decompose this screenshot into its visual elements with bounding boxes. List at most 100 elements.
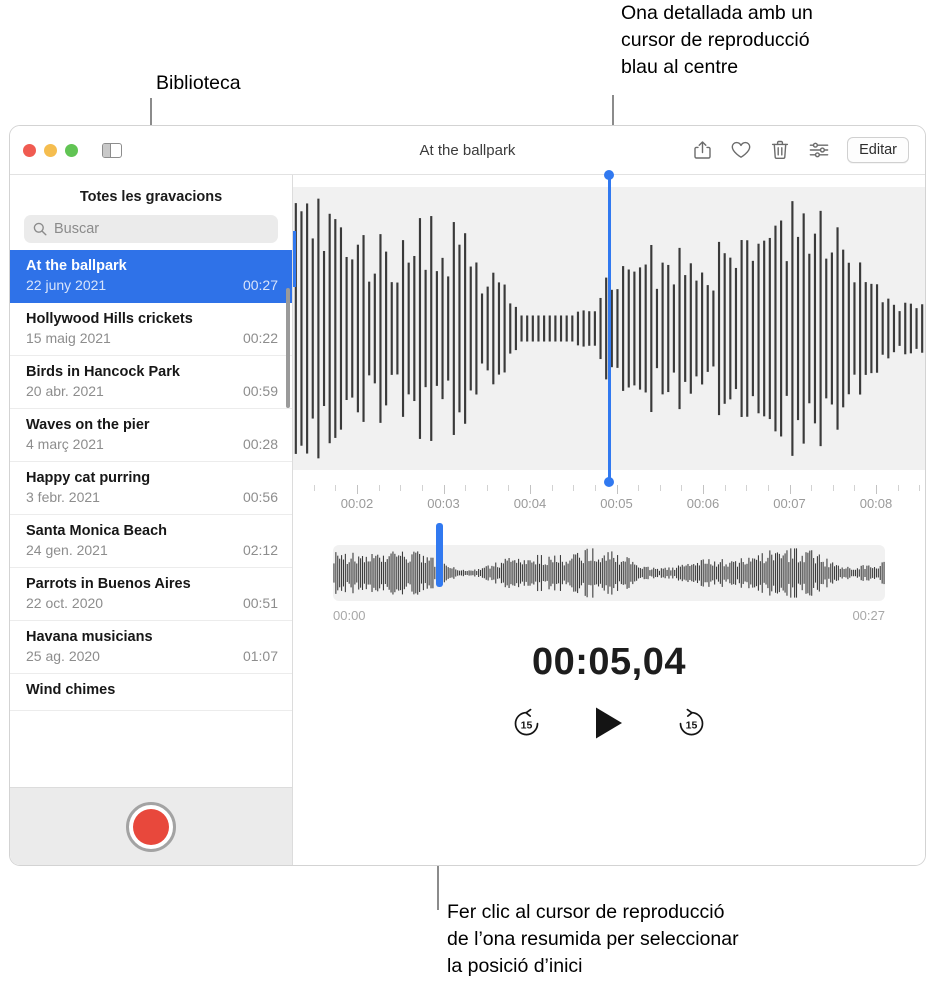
recording-row[interactable]: Havana musicians 25 ag. 2020 01:07 bbox=[10, 621, 292, 674]
recording-title: Happy cat purring bbox=[26, 470, 151, 486]
ruler-minor-tick bbox=[919, 485, 921, 491]
window-titlebar: At the ballpark Editar bbox=[10, 126, 925, 175]
recording-row[interactable]: Santa Monica Beach 24 gen. 2021 02:12 bbox=[10, 515, 292, 568]
recording-duration: 01:07 bbox=[242, 648, 278, 664]
recording-row[interactable]: Wind chimes bbox=[10, 674, 292, 711]
ruler-label: 00:06 bbox=[686, 496, 720, 511]
search-container: Buscar bbox=[10, 215, 292, 250]
timecode-display: 00:05,04 bbox=[531, 641, 686, 683]
sidebar-toggle-icon[interactable] bbox=[102, 142, 122, 158]
recording-row[interactable]: At the ballpark 22 juny 2021 00:27 bbox=[10, 250, 292, 303]
minimize-button[interactable] bbox=[44, 143, 57, 157]
recording-row[interactable]: Happy cat purring 3 febr. 2021 00:56 bbox=[10, 462, 292, 515]
recording-meta: 3 febr. 2021 00:56 bbox=[26, 489, 278, 505]
recording-meta: 24 gen. 2021 02:12 bbox=[26, 542, 278, 558]
recording-row[interactable]: Hollywood Hills crickets 15 maig 2021 00:2… bbox=[10, 303, 292, 356]
recording-title: Parrots in Buenos Aires bbox=[26, 576, 191, 592]
ruler-minor-tick bbox=[746, 485, 748, 491]
ruler-minor-tick bbox=[897, 485, 899, 491]
recording-title: Waves on the pier bbox=[26, 417, 150, 433]
overview-end-time: 00:27 bbox=[852, 608, 885, 623]
toolbar: Editar bbox=[691, 137, 909, 163]
callout-library: Biblioteca bbox=[156, 72, 241, 94]
record-icon[interactable] bbox=[126, 801, 176, 852]
recording-duration: 00:59 bbox=[242, 383, 278, 399]
recording-meta: 20 abr. 2021 00:59 bbox=[26, 383, 278, 399]
overview-start-time: 00:00 bbox=[333, 608, 366, 623]
trash-icon[interactable] bbox=[769, 138, 791, 162]
callout-overview-wave: Fer clic al cursor de reproducció de l’o… bbox=[447, 901, 739, 977]
search-input[interactable]: Buscar bbox=[24, 215, 278, 243]
recording-row[interactable]: Waves on the pier 4 març 2021 00:28 bbox=[10, 409, 292, 462]
ruler-label: 00:04 bbox=[513, 496, 547, 511]
recording-title: Wind chimes bbox=[26, 682, 116, 698]
recording-duration: 00:28 bbox=[242, 436, 278, 452]
player-pane: 00:02 00:03 00:04 00:05 00:06 00:07 00:08 00:0… bbox=[293, 170, 925, 865]
ruler-major-tick bbox=[357, 485, 358, 494]
ruler-minor-tick bbox=[465, 485, 467, 491]
recordings-list[interactable]: At the ballpark 22 juny 2021 00:27 Hollywoo… bbox=[10, 250, 292, 787]
ruler-minor-tick bbox=[400, 485, 402, 491]
waveform-left-edge-marker bbox=[293, 231, 296, 287]
ruler-minor-tick bbox=[638, 485, 640, 491]
share-icon[interactable] bbox=[691, 138, 713, 162]
recording-title: Hollywood Hills crickets bbox=[26, 311, 193, 327]
ruler-minor-tick bbox=[551, 485, 553, 491]
maximize-button[interactable] bbox=[65, 143, 78, 157]
recording-meta: 22 oct. 2020 00:51 bbox=[26, 595, 278, 611]
ruler-minor-tick bbox=[659, 485, 661, 491]
recording-row[interactable]: Parrots in Buenos Aires 22 oct. 2020 00:51 bbox=[10, 568, 292, 621]
svg-text:15: 15 bbox=[521, 719, 533, 731]
play-icon[interactable] bbox=[594, 706, 624, 740]
ruler-major-tick bbox=[703, 485, 704, 494]
ruler-label: 00:08 bbox=[859, 496, 893, 511]
recording-date: 24 gen. 2021 bbox=[26, 542, 108, 558]
ruler-minor-tick bbox=[767, 485, 769, 491]
sidebar: Totes les gravacions Buscar At the ballp… bbox=[10, 175, 293, 865]
close-button[interactable] bbox=[23, 143, 36, 157]
record-bar bbox=[10, 787, 292, 865]
recording-duration: 00:51 bbox=[242, 595, 278, 611]
ruler-minor-tick bbox=[378, 485, 380, 491]
detailed-waveform-area[interactable] bbox=[293, 170, 925, 487]
ruler-minor-tick bbox=[335, 485, 337, 491]
detailed-playhead[interactable] bbox=[604, 170, 615, 487]
sliders-icon[interactable] bbox=[808, 138, 830, 162]
ruler-major-tick bbox=[443, 485, 445, 494]
playhead-knob-top[interactable] bbox=[604, 170, 615, 180]
recording-date: 4 març 2021 bbox=[26, 436, 104, 452]
transport-controls: 15 15 bbox=[293, 706, 925, 740]
recording-title: At the ballpark bbox=[26, 258, 127, 274]
skip-back-15-icon[interactable]: 15 bbox=[511, 708, 542, 739]
sidebar-scrollbar[interactable] bbox=[286, 288, 290, 408]
ruler-minor-tick bbox=[421, 485, 423, 491]
recording-date: 15 maig 2021 bbox=[26, 330, 111, 346]
ruler-minor-tick bbox=[573, 485, 575, 491]
overview-waveform[interactable] bbox=[333, 545, 885, 601]
ruler-major-tick bbox=[616, 485, 618, 494]
window-controls bbox=[23, 143, 78, 157]
recording-row[interactable]: Birds in Hancock Park 20 abr. 2021 00:59 bbox=[10, 356, 292, 409]
recording-title: Havana musicians bbox=[26, 629, 153, 645]
ruler-major-tick bbox=[789, 485, 791, 494]
heart-icon[interactable] bbox=[730, 138, 752, 162]
ruler-major-tick bbox=[530, 485, 531, 494]
sidebar-header: Totes les gravacions bbox=[79, 189, 223, 205]
ruler-label: 00:07 bbox=[773, 496, 806, 511]
recording-duration: 02:12 bbox=[242, 542, 278, 558]
recording-meta: 22 juny 2021 00:27 bbox=[26, 277, 278, 293]
recording-date: 22 oct. 2020 bbox=[26, 595, 104, 611]
recording-date: 3 febr. 2021 bbox=[26, 489, 100, 505]
edit-button[interactable]: Editar bbox=[847, 137, 909, 163]
recording-meta: 4 març 2021 00:28 bbox=[26, 436, 278, 452]
overview-playhead[interactable] bbox=[435, 523, 443, 587]
skip-forward-15-icon[interactable]: 15 bbox=[676, 708, 707, 739]
ruler-label: 00:02 bbox=[340, 496, 374, 511]
ruler-minor-tick bbox=[811, 485, 813, 491]
callout-detailed-wave: Ona detallada amb un cursor de reproducc… bbox=[621, 2, 813, 78]
ruler-label: 00:05 bbox=[600, 496, 633, 511]
ruler-minor-tick bbox=[832, 485, 834, 491]
ruler-major-tick bbox=[876, 485, 877, 494]
recording-title: Santa Monica Beach bbox=[26, 523, 168, 539]
window-content: Totes les gravacions Buscar At the ballp… bbox=[10, 170, 925, 865]
